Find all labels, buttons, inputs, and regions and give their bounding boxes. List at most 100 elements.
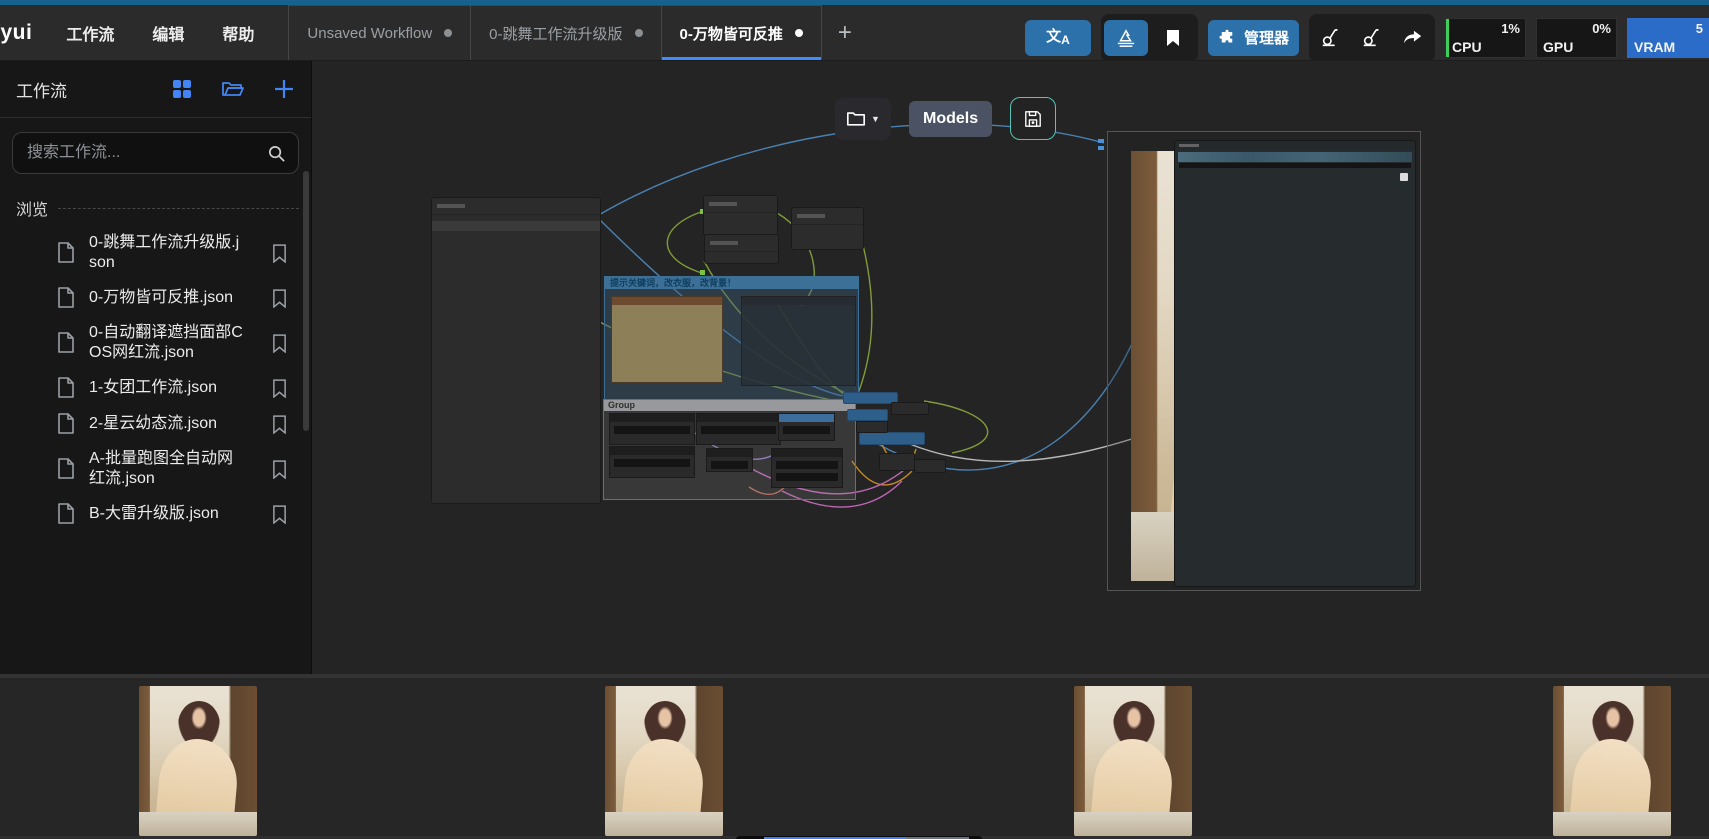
small-node[interactable] — [703, 195, 778, 236]
gallery-thumbnail[interactable] — [1553, 686, 1671, 836]
node-title-bar — [612, 297, 722, 305]
workflow-file-row[interactable]: 2-星云幼态流.json — [0, 406, 311, 442]
tab-label: 0-跳舞工作流升级版 — [489, 23, 622, 44]
collapsed-node[interactable] — [891, 402, 929, 415]
divider — [0, 117, 311, 118]
mini-node[interactable] — [771, 448, 843, 488]
workflows-sidebar: 工作流 — [0, 61, 312, 674]
prompt-group-title: 提示关键词，改衣服，改背景！ — [605, 277, 858, 289]
new-workflow-plus-icon[interactable] — [273, 78, 295, 100]
node-title-bar — [705, 235, 778, 252]
clear-cache-icon-button[interactable] — [1312, 20, 1350, 56]
bookmark-outline-icon[interactable] — [272, 505, 287, 524]
collapsed-node[interactable] — [847, 409, 888, 421]
bookmark-outline-icon[interactable] — [272, 415, 287, 434]
prompt-textarea[interactable] — [612, 305, 722, 382]
search-input[interactable] — [25, 143, 267, 163]
file-name: 0-万物皆可反推.json — [89, 288, 247, 308]
prompt-text-node[interactable] — [611, 296, 723, 383]
tab-label: 0-万物皆可反推 — [680, 23, 783, 44]
tab-dance-workflow[interactable]: 0-跳舞工作流升级版 — [471, 5, 661, 60]
mini-node[interactable] — [609, 413, 695, 445]
canvas-toolbar: ▼ Models — [835, 97, 1056, 140]
workflow-file-row[interactable]: 0-自动翻译遮挡面部COS网红流.json — [0, 316, 311, 370]
mini-node[interactable] — [778, 413, 835, 441]
share-arrow-icon — [1402, 28, 1424, 48]
file-icon — [56, 332, 75, 354]
prompt-node-secondary[interactable] — [741, 296, 856, 386]
bookmark-outline-icon[interactable] — [272, 334, 287, 353]
save-workflow-button[interactable] — [1010, 97, 1056, 140]
grid-view-icon[interactable] — [171, 78, 193, 100]
unsaved-dot-icon — [795, 29, 803, 37]
collapsed-node[interactable] — [856, 421, 888, 433]
mountain-logo-button[interactable] — [1104, 20, 1148, 56]
file-name: A-批量跑图全自动网红流.json — [89, 449, 247, 489]
workflow-file-row[interactable]: B-大雷升级版.json — [0, 496, 311, 532]
workflow-search-box[interactable] — [12, 132, 299, 174]
bookmark-outline-icon[interactable] — [272, 460, 287, 479]
bookmark-outline-icon[interactable] — [272, 379, 287, 398]
vacuum-icon — [1320, 27, 1342, 49]
collapsed-node[interactable] — [879, 453, 915, 471]
image-badge-icon — [1400, 173, 1408, 181]
top-menu-bar: fyui 工作流 编辑 帮助 Unsaved Workflow 0-跳舞工作流升… — [0, 5, 1709, 61]
cpu-monitor[interactable]: 1% CPU — [1445, 18, 1526, 58]
collapsed-node[interactable] — [914, 459, 946, 473]
mini-node[interactable] — [706, 448, 753, 472]
chevron-down-icon: ▼ — [871, 114, 880, 124]
small-node[interactable] — [791, 207, 864, 250]
sidebar-scrollbar[interactable] — [303, 171, 309, 431]
manager-button[interactable]: 管理器 — [1208, 20, 1299, 56]
new-tab-button[interactable]: + — [822, 5, 868, 60]
load-image-node[interactable] — [431, 197, 601, 504]
collapsed-node[interactable] — [859, 432, 925, 445]
menu-edit[interactable]: 编辑 — [152, 21, 184, 45]
file-icon — [56, 242, 75, 264]
unsaved-dot-icon — [444, 29, 452, 37]
workflow-folder-dropdown[interactable]: ▼ — [835, 98, 891, 140]
clear-cache2-icon-button[interactable] — [1353, 20, 1391, 56]
workflow-file-row[interactable]: A-批量跑图全自动网红流.json — [0, 442, 311, 496]
open-folder-icon[interactable] — [221, 79, 245, 99]
collapsed-node[interactable] — [843, 392, 898, 404]
node-widget-row — [432, 221, 600, 231]
gallery-thumbnail[interactable] — [139, 686, 257, 836]
tab-unsaved-workflow[interactable]: Unsaved Workflow — [289, 5, 471, 60]
node-title-bar — [704, 196, 777, 213]
workflow-file-row[interactable]: 1-女团工作流.json — [0, 370, 311, 406]
node-progress-bar — [1179, 163, 1411, 168]
file-name: 0-自动翻译遮挡面部COS网红流.json — [89, 323, 247, 363]
vram-value: 5 — [1696, 21, 1703, 36]
gpu-value: 0% — [1592, 21, 1611, 36]
vram-monitor[interactable]: 5 VRAM — [1627, 18, 1709, 58]
node-title-bar — [792, 208, 863, 225]
cpu-label: CPU — [1452, 39, 1482, 55]
translate-button[interactable]: 文A — [1025, 20, 1091, 56]
gallery-thumbnail[interactable] — [1074, 686, 1192, 836]
gpu-monitor[interactable]: 0% GPU — [1536, 18, 1617, 58]
file-name: 0-跳舞工作流升级版.json — [89, 233, 247, 273]
translate-icon: 文A — [1046, 29, 1070, 46]
puzzle-icon — [1218, 29, 1236, 47]
bookmark-outline-icon[interactable] — [272, 244, 287, 263]
file-icon — [56, 413, 75, 435]
tab-reverse-anything[interactable]: 0-万物皆可反推 — [662, 5, 822, 60]
mini-node[interactable] — [696, 413, 781, 445]
menu-help[interactable]: 帮助 — [222, 21, 254, 45]
workflow-file-list: 0-跳舞工作流升级版.json 0-万物皆可反推.json 0-自动翻译遮挡面部… — [0, 226, 311, 532]
workflow-file-row[interactable]: 0-跳舞工作流升级版.json — [0, 226, 311, 280]
small-node[interactable] — [704, 234, 779, 264]
models-button[interactable]: Models — [909, 101, 992, 137]
preview-image-node[interactable] — [1174, 140, 1416, 587]
share-button[interactable] — [1394, 20, 1432, 56]
mini-node[interactable] — [609, 446, 695, 478]
photo-counter — [139, 812, 257, 836]
workflow-file-row[interactable]: 0-万物皆可反推.json — [0, 280, 311, 316]
logo-bookmark-group — [1101, 14, 1198, 62]
bookmark-outline-icon[interactable] — [272, 289, 287, 308]
gallery-thumbnail[interactable] — [605, 686, 723, 836]
menu-workflow[interactable]: 工作流 — [66, 21, 114, 45]
bookmark-button[interactable] — [1151, 20, 1195, 56]
node-graph-canvas[interactable]: ▼ Models — [312, 61, 1709, 674]
